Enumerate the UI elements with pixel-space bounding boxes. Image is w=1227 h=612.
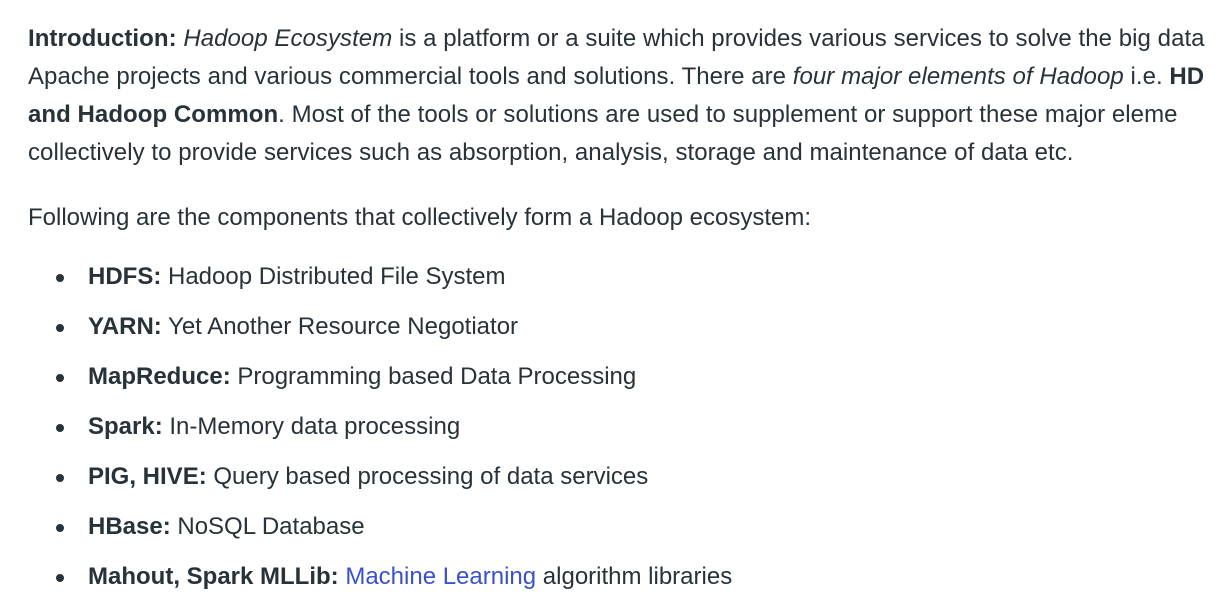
list-item-pig-hive: PIG, HIVE: Query based processing of dat… <box>28 461 1227 511</box>
intro-text-4: . Most of the tools or solutions are use… <box>278 101 1178 128</box>
hadoop-ecosystem-term: Hadoop Ecosystem <box>183 25 393 52</box>
component-name: HDFS: <box>88 263 162 290</box>
bullet-icon <box>56 374 64 382</box>
intro-text-5: collectively to provide services such as… <box>28 139 1074 166</box>
intro-text-2: Apache projects and various commercial t… <box>28 63 793 90</box>
components-list: HDFS: Hadoop Distributed File System YAR… <box>28 261 1227 611</box>
bullet-icon <box>56 274 64 282</box>
list-item-mahout-spark-mllib: Mahout, Spark MLLib: Machine Learning al… <box>28 561 1227 611</box>
component-desc: algorithm libraries <box>536 563 733 590</box>
bullet-icon <box>56 474 64 482</box>
bullet-icon <box>56 574 64 582</box>
component-desc: Yet Another Resource Negotiator <box>161 313 519 340</box>
list-item-yarn: YARN: Yet Another Resource Negotiator <box>28 311 1227 361</box>
four-major-elements-phrase: four major elements of Hadoop <box>792 63 1124 90</box>
component-name: MapReduce: <box>88 363 231 390</box>
bullet-icon <box>56 524 64 532</box>
component-desc: Programming based Data Processing <box>230 363 637 390</box>
component-desc: Hadoop Distributed File System <box>161 263 506 290</box>
introduction-label: Introduction: <box>28 25 177 52</box>
machine-learning-link[interactable]: Machine Learning <box>345 563 536 590</box>
bullet-icon <box>56 324 64 332</box>
component-name: Mahout, Spark MLLib: <box>88 563 339 590</box>
intro-strong-2: and Hadoop Common <box>28 101 279 128</box>
component-name: PIG, HIVE: <box>88 463 207 490</box>
list-item-mapreduce: MapReduce: Programming based Data Proces… <box>28 361 1227 411</box>
bullet-icon <box>56 424 64 432</box>
list-item-hdfs: HDFS: Hadoop Distributed File System <box>28 261 1227 311</box>
component-name: HBase: <box>88 513 171 540</box>
intro-strong-1: HD <box>1169 63 1205 90</box>
component-desc: NoSQL Database <box>170 513 365 540</box>
intro-text-1: is a platform or a suite which provides … <box>392 25 1205 52</box>
article-content: Introduction: Hadoop Ecosystem is a plat… <box>28 20 1227 611</box>
introduction-paragraph: Introduction: Hadoop Ecosystem is a plat… <box>28 20 1227 172</box>
component-name: YARN: <box>88 313 162 340</box>
component-name: Spark: <box>88 413 163 440</box>
intro-text-3: i.e. <box>1123 63 1170 90</box>
components-intro-paragraph: Following are the components that collec… <box>28 204 812 231</box>
list-item-spark: Spark: In-Memory data processing <box>28 411 1227 461</box>
list-item-hbase: HBase: NoSQL Database <box>28 511 1227 561</box>
component-desc: In-Memory data processing <box>162 413 461 440</box>
component-desc: Query based processing of data services <box>206 463 649 490</box>
